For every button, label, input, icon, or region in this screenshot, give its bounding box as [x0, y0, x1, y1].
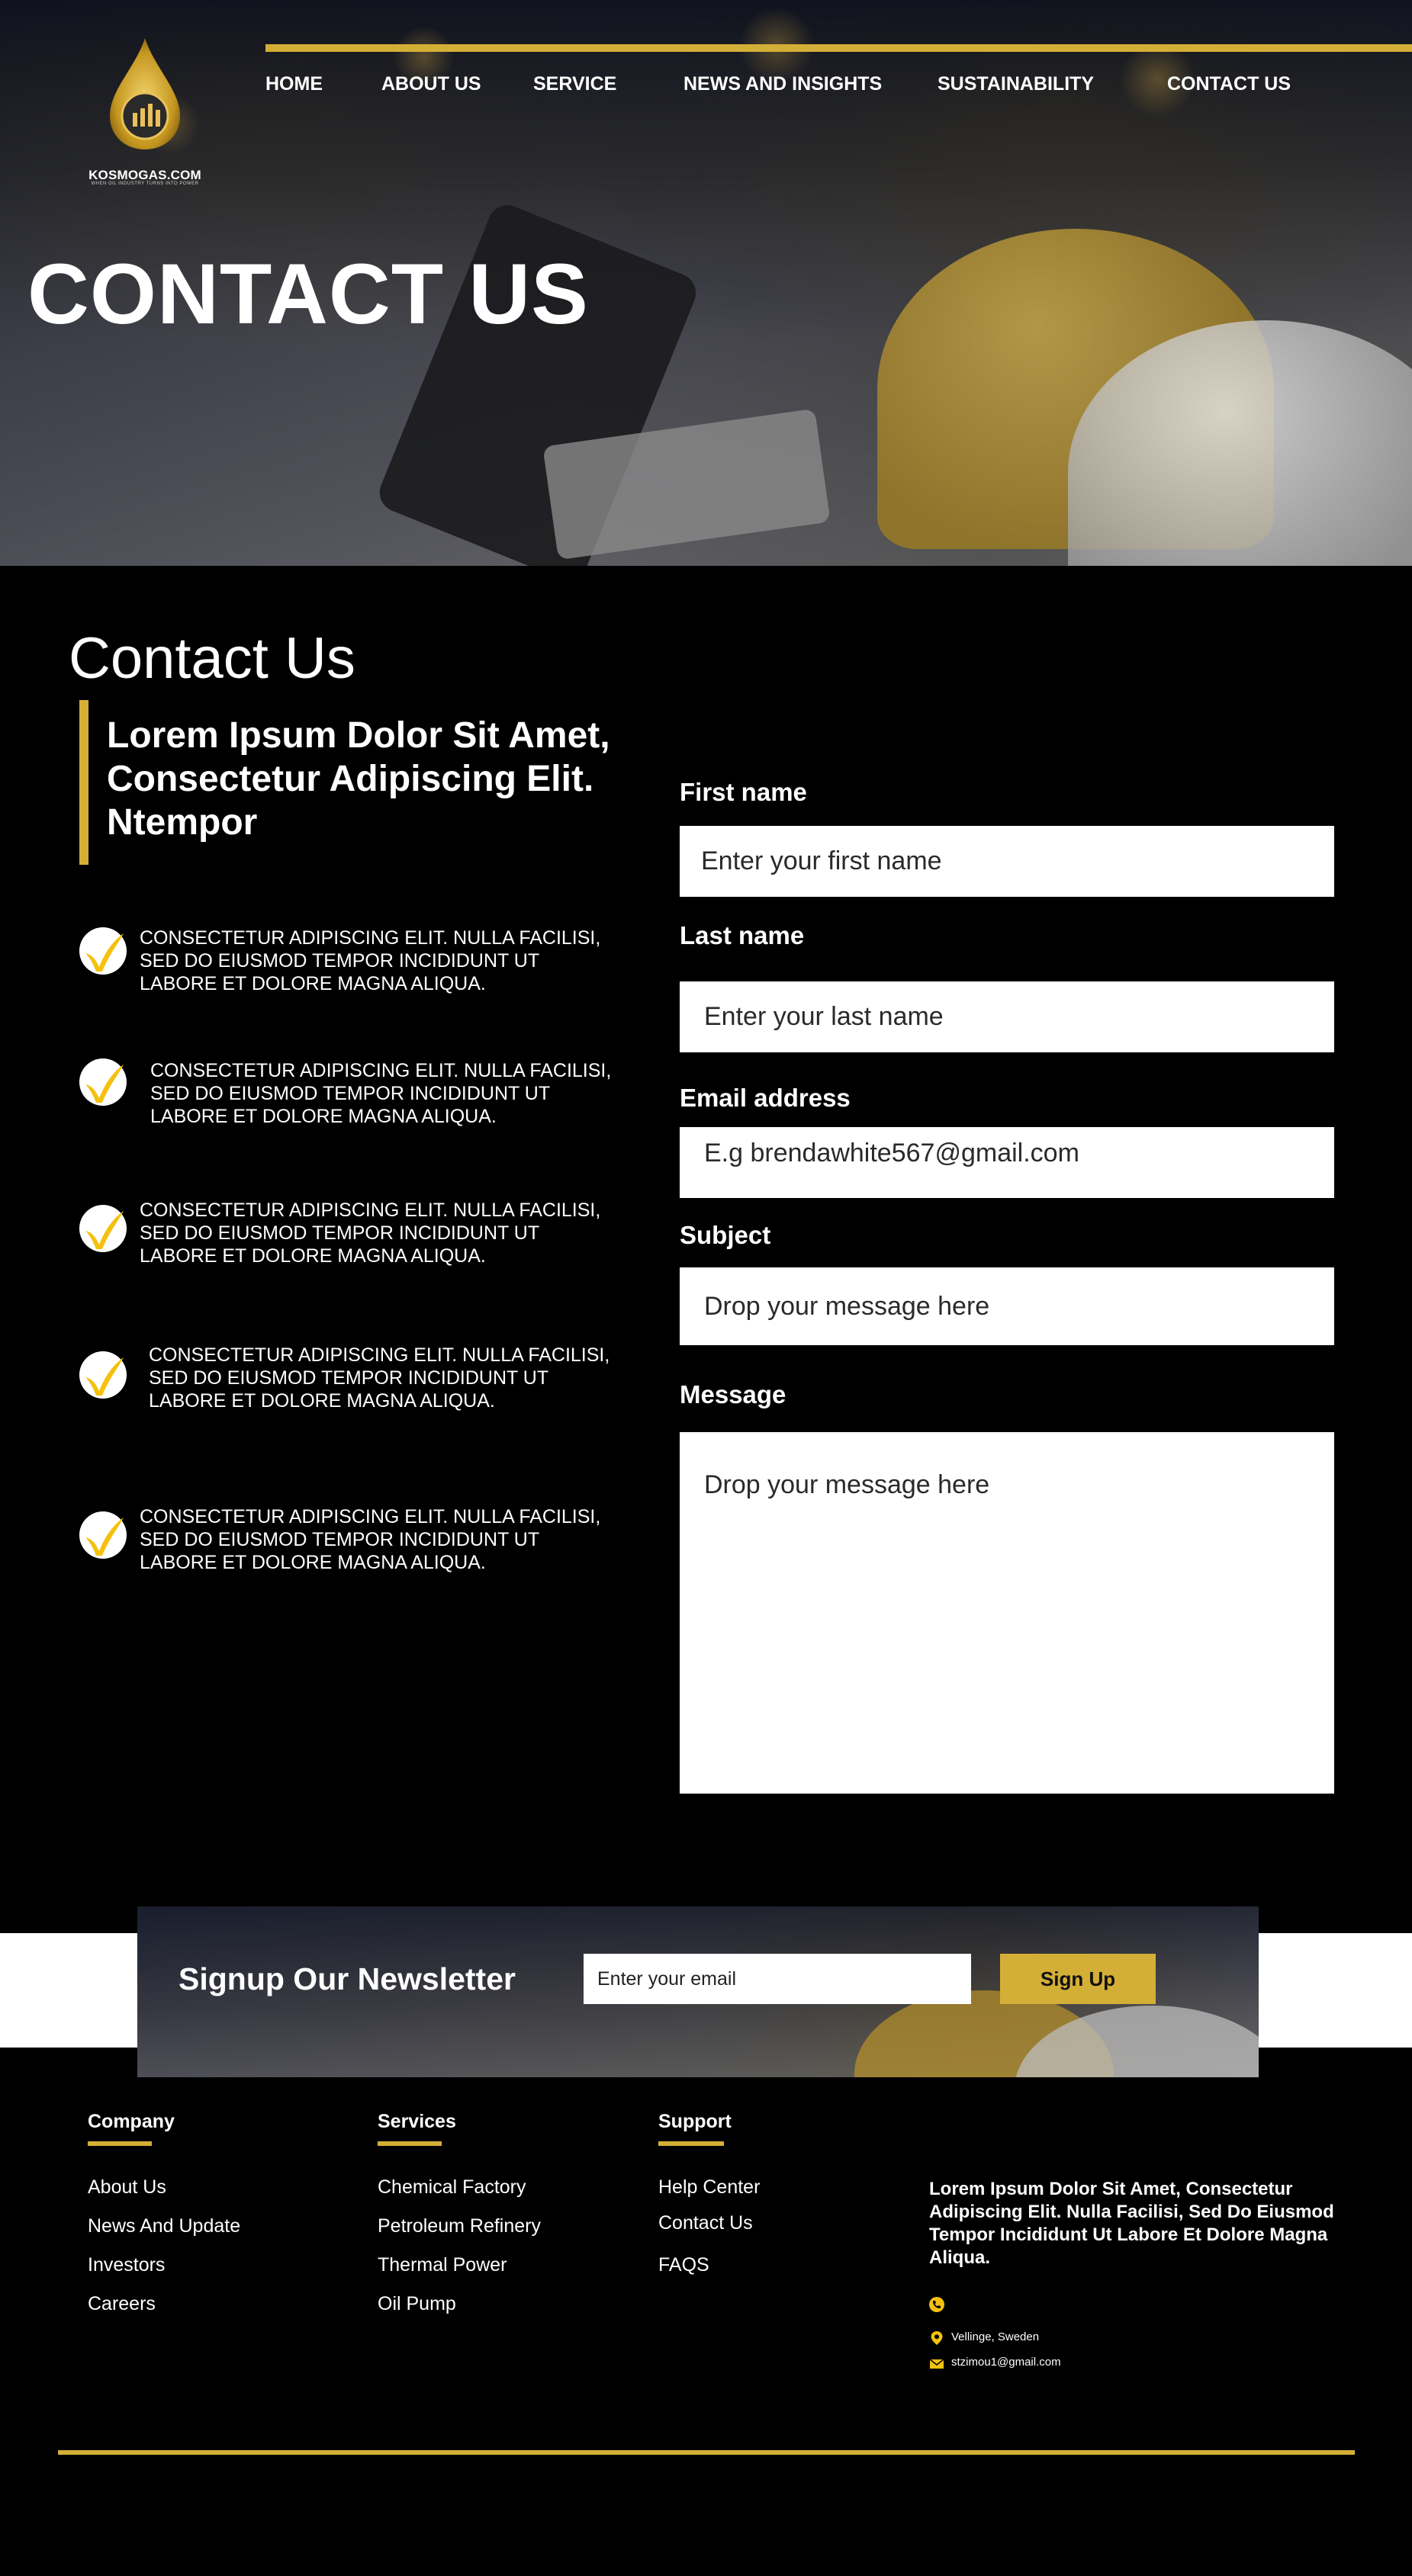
footer-location: Vellinge, Sweden	[951, 2330, 1040, 2343]
newsletter-title: Signup Our Newsletter	[179, 1961, 516, 1996]
footer-heading-underline	[88, 2141, 152, 2146]
header-accent-bar	[265, 44, 1412, 52]
first-name-label: First name	[680, 778, 807, 806]
feature-text: CONSECTETUR ADIPISCING ELIT. NULLA FACIL…	[149, 1344, 610, 1412]
footer-heading-underline	[378, 2141, 442, 2146]
message-field[interactable]	[680, 1432, 1334, 1794]
footer-support-heading: Support	[658, 2111, 732, 2132]
feature-text: CONSECTETUR ADIPISCING ELIT. NULLA FACIL…	[140, 927, 601, 994]
feature-text: CONSECTETUR ADIPISCING ELIT. NULLA FACIL…	[140, 1506, 601, 1573]
nav-about-us[interactable]: ABOUT US	[381, 73, 481, 95]
nav-service[interactable]: SERVICE	[533, 73, 616, 95]
footer-about-text: Lorem Ipsum Dolor Sit Amet, Consectetur …	[929, 2179, 1334, 2268]
nav-contact-us[interactable]: CONTACT US	[1167, 73, 1291, 95]
mail-icon	[929, 2359, 944, 2369]
hero-title: CONTACT US	[27, 246, 589, 342]
oil-drop-logo-icon	[110, 38, 180, 149]
brand-tagline: WHEN OIL INDUSTRY TURNS INTO POWER	[91, 181, 199, 186]
footer-company-heading: Company	[88, 2111, 175, 2132]
email-field[interactable]	[680, 1127, 1334, 1198]
footer-link-help-center[interactable]: Help Center	[658, 2176, 760, 2199]
footer-link-faqs[interactable]: FAQS	[658, 2254, 709, 2276]
check-icon	[79, 1205, 127, 1252]
newsletter-card: Signup Our Newsletter Sign Up	[137, 1906, 1259, 2077]
nav-sustainability[interactable]: SUSTAINABILITY	[938, 73, 1094, 95]
nav-home[interactable]: HOME	[265, 73, 323, 95]
footer-link-oil-pump[interactable]: Oil Pump	[378, 2293, 456, 2315]
footer-link-thermal-power[interactable]: Thermal Power	[378, 2254, 507, 2276]
footer-link-contact-us[interactable]: Contact Us	[658, 2212, 753, 2234]
location-pin-icon	[931, 2331, 943, 2345]
nav-news-and-insights[interactable]: NEWS AND INSIGHTS	[683, 73, 882, 95]
check-icon	[79, 1511, 127, 1559]
quote-accent-bar	[79, 700, 88, 865]
last-name-label: Last name	[680, 921, 805, 949]
footer-link-news[interactable]: News And Update	[88, 2215, 240, 2237]
hero-banner: KOSMOGAS.COM WHEN OIL INDUSTRY TURNS INT…	[0, 0, 1412, 566]
footer-link-chemical-factory[interactable]: Chemical Factory	[378, 2176, 526, 2199]
newsletter-email-input[interactable]	[584, 1954, 971, 2004]
feature-text: CONSECTETUR ADIPISCING ELIT. NULLA FACIL…	[150, 1060, 612, 1127]
footer-bottom-line	[58, 2450, 1355, 2455]
check-icon	[79, 1351, 127, 1399]
email-label: Email address	[680, 1084, 851, 1112]
brand-name: KOSMOGAS.COM	[88, 168, 201, 182]
footer-email[interactable]: stzimou1@gmail.com	[951, 2356, 1061, 2369]
last-name-field[interactable]	[680, 981, 1334, 1052]
intro-quote: Lorem Ipsum Dolor Sit Amet, Consectetur …	[107, 715, 610, 843]
phone-icon	[929, 2297, 944, 2312]
subject-field[interactable]	[680, 1267, 1334, 1345]
message-label: Message	[680, 1380, 786, 1408]
footer-heading-underline	[658, 2141, 724, 2146]
check-icon	[79, 1058, 127, 1106]
newsletter-signup-button[interactable]: Sign Up	[1000, 1954, 1156, 2004]
footer-services-heading: Services	[378, 2111, 456, 2132]
footer-link-careers[interactable]: Careers	[88, 2293, 156, 2315]
check-icon	[79, 927, 127, 975]
first-name-field[interactable]	[680, 826, 1334, 897]
section-heading: Contact Us	[69, 626, 355, 691]
footer-link-about-us[interactable]: About Us	[88, 2176, 166, 2199]
footer-link-petroleum-refinery[interactable]: Petroleum Refinery	[378, 2215, 541, 2237]
subject-label: Subject	[680, 1221, 771, 1249]
footer-link-investors[interactable]: Investors	[88, 2254, 165, 2276]
feature-text: CONSECTETUR ADIPISCING ELIT. NULLA FACIL…	[140, 1200, 601, 1267]
brand-logo[interactable]: KOSMOGAS.COM WHEN OIL INDUSTRY TURNS INT…	[79, 37, 211, 189]
